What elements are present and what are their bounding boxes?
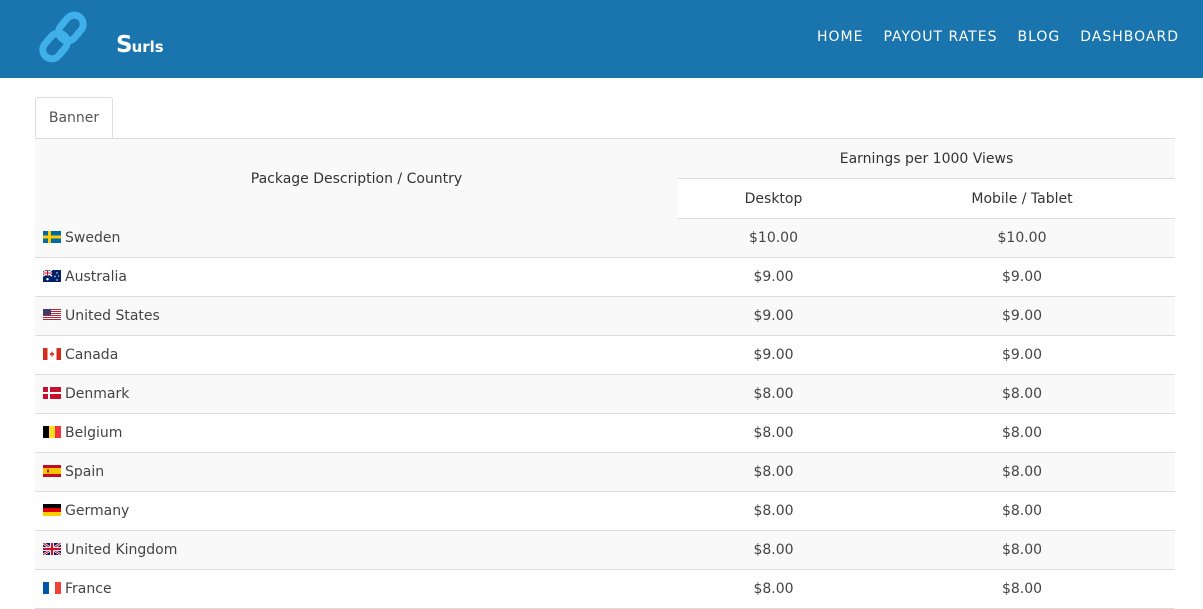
country-name: Canada — [65, 347, 119, 363]
logo-suffix: urls — [131, 38, 164, 56]
mobile-rate-cell: $8.00 — [869, 491, 1176, 531]
country-name: United Kingdom — [65, 542, 178, 558]
fr-flag-icon — [43, 582, 61, 594]
country-name: Denmark — [65, 386, 130, 402]
chain-link-icon — [39, 11, 87, 63]
country-cell: Belgium — [35, 413, 678, 453]
desktop-rate-cell: $9.00 — [678, 335, 869, 375]
au-flag-icon — [43, 270, 61, 282]
header-country: Package Description / Country — [35, 139, 678, 219]
mobile-rate-cell: $9.00 — [869, 335, 1176, 375]
payout-rates-table: Package Description / Country Earnings p… — [35, 139, 1176, 609]
mobile-rate-cell: $9.00 — [869, 257, 1176, 297]
se-flag-icon — [43, 230, 61, 243]
site-logo[interactable]: Surls — [38, 10, 164, 66]
desktop-rate-cell: $9.00 — [678, 296, 869, 336]
mobile-rate-cell: $10.00 — [869, 218, 1176, 258]
country-cell: Australia — [35, 257, 678, 297]
country-name: United States — [65, 308, 160, 324]
desktop-rate-cell: $8.00 — [678, 569, 869, 609]
country-cell: Denmark — [35, 374, 678, 414]
desktop-rate-cell: $9.00 — [678, 257, 869, 297]
dk-flag-icon — [43, 387, 61, 399]
nav-blog[interactable]: BLOG — [1017, 29, 1060, 45]
table-row: Germany $8.00 $8.00 — [35, 491, 1176, 531]
nav-home[interactable]: HOME — [817, 29, 863, 45]
mobile-rate-cell: $8.00 — [869, 530, 1176, 570]
mobile-rate-cell: $8.00 — [869, 374, 1176, 414]
country-cell: Sweden — [35, 218, 678, 258]
country-cell: United Kingdom — [35, 530, 678, 570]
nav-dashboard[interactable]: DASHBOARD — [1080, 29, 1179, 45]
country-name: France — [65, 581, 112, 597]
desktop-rate-cell: $8.00 — [678, 374, 869, 414]
logo-letter: S — [116, 32, 133, 58]
header-earnings: Earnings per 1000 Views — [678, 139, 1176, 179]
country-cell: Canada — [35, 335, 678, 375]
us-flag-icon — [43, 309, 61, 321]
mobile-rate-cell: $8.00 — [869, 413, 1176, 453]
country-name: Australia — [65, 269, 127, 285]
header-mobile: Mobile / Tablet — [869, 178, 1176, 219]
table-row: Belgium $8.00 $8.00 — [35, 413, 1176, 453]
country-cell: Spain — [35, 452, 678, 492]
table-row: Spain $8.00 $8.00 — [35, 452, 1176, 492]
desktop-rate-cell: $8.00 — [678, 491, 869, 531]
country-name: Germany — [65, 503, 130, 519]
be-flag-icon — [43, 426, 61, 438]
desktop-rate-cell: $8.00 — [678, 413, 869, 453]
mobile-rate-cell: $8.00 — [869, 452, 1176, 492]
country-cell: Germany — [35, 491, 678, 531]
country-name: Spain — [65, 464, 105, 480]
table-row: France $8.00 $8.00 — [35, 569, 1176, 609]
gb-flag-icon — [43, 543, 61, 555]
main-nav: HOME PAYOUT RATES BLOG DASHBOARD — [817, 29, 1179, 45]
country-cell: France — [35, 569, 678, 609]
ca-flag-icon — [43, 348, 61, 360]
table-row: United Kingdom $8.00 $8.00 — [35, 530, 1176, 570]
es-flag-icon — [43, 465, 61, 477]
desktop-rate-cell: $8.00 — [678, 530, 869, 570]
header-desktop: Desktop — [678, 178, 869, 219]
table-row: Sweden $10.00 $10.00 — [35, 218, 1176, 258]
table-row: Canada $9.00 $9.00 — [35, 335, 1176, 375]
logo-wordmark: Surls — [116, 32, 164, 58]
table-row: Denmark $8.00 $8.00 — [35, 374, 1176, 414]
top-navbar: Surls HOME PAYOUT RATES BLOG DASHBOARD — [0, 0, 1203, 78]
mobile-rate-cell: $9.00 — [869, 296, 1176, 336]
table-row: United States $9.00 $9.00 — [35, 296, 1176, 336]
tab-banner[interactable]: Banner — [35, 97, 113, 138]
desktop-rate-cell: $10.00 — [678, 218, 869, 258]
table-row: Australia $9.00 $9.00 — [35, 257, 1176, 297]
payout-rates-table-container: Package Description / Country Earnings p… — [35, 139, 1176, 609]
desktop-rate-cell: $8.00 — [678, 452, 869, 492]
mobile-rate-cell: $8.00 — [869, 569, 1176, 609]
country-cell: United States — [35, 296, 678, 336]
country-name: Belgium — [65, 425, 123, 441]
rates-table-body: Sweden $10.00 $10.00 Australia $9.00 $9.00 Uni… — [35, 218, 1176, 609]
nav-payout-rates[interactable]: PAYOUT RATES — [883, 29, 997, 45]
country-name: Sweden — [65, 229, 121, 246]
de-flag-icon — [43, 504, 61, 516]
